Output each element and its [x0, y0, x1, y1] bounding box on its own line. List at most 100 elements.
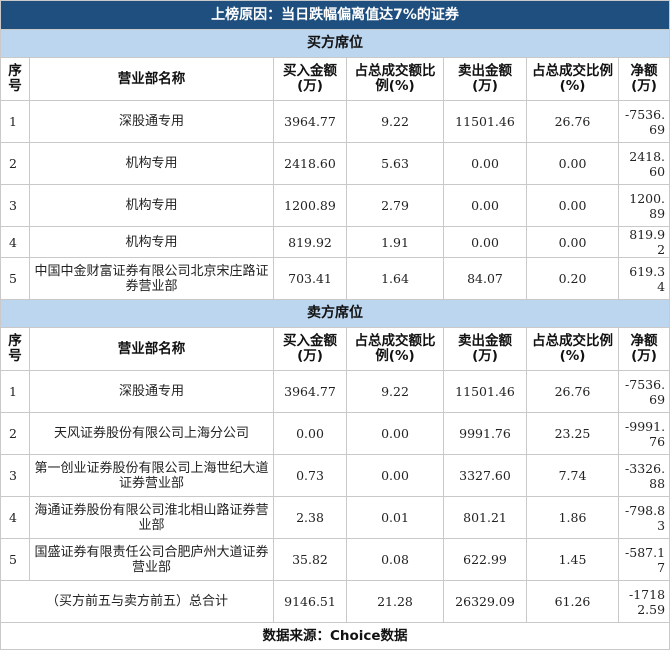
column-header-buy-ratio: 占总成交额比例(%) — [346, 57, 444, 101]
table-row: 5 中国中金财富证券有限公司北京宋庄路证券营业部 703.41 1.64 84.07 0.… — [0, 257, 670, 300]
cell-name: 国盛证券有限责任公司合肥庐州大道证券营业部 — [29, 538, 274, 581]
total-label: （买方前五与卖方前五）总合计 — [0, 580, 274, 623]
cell-sell: 0.00 — [443, 184, 527, 227]
sell-section-header: 卖方席位 — [0, 299, 670, 328]
column-header-buy: 买入金额(万) — [273, 57, 347, 101]
cell-sell: 3327.60 — [443, 454, 527, 497]
cell-idx: 4 — [0, 226, 30, 258]
sell-column-headers: 序号 营业部名称 买入金额(万) 占总成交额比例(%) 卖出金额(万) 占总成交比例(%)… — [0, 327, 670, 371]
cell-name: 海通证券股份有限公司淮北相山路证券营业部 — [29, 496, 274, 539]
total-row: （买方前五与卖方前五）总合计 9146.51 21.28 26329.09 61.26-… — [0, 580, 670, 623]
cell-net: -7536.69 — [617, 100, 670, 143]
cell-net: -587.17 — [617, 538, 670, 581]
column-header-buy-ratio: 占总成交额比例(%) — [346, 327, 444, 371]
cell-sell-ratio: 7.74 — [526, 454, 619, 497]
cell-net: 1200.89 — [617, 184, 670, 227]
column-header-sell: 卖出金额(万) — [443, 57, 527, 101]
cell-sell-ratio: 0.00 — [526, 226, 619, 258]
table-title: 上榜原因：当日跌幅偏离值达7%的证券 — [0, 0, 670, 30]
cell-buy-ratio: 0.00 — [346, 454, 444, 497]
cell-buy: 3964.77 — [273, 370, 347, 413]
total-sell-ratio: 61.26 — [526, 580, 619, 623]
total-sell: 26329.09 — [443, 580, 527, 623]
cell-sell-ratio: 26.76 — [526, 370, 619, 413]
cell-sell: 11501.46 — [443, 370, 527, 413]
table-row: 3 机构专用 1200.89 2.79 0.00 0.00 1200.89 — [0, 184, 670, 227]
cell-idx: 2 — [0, 412, 30, 455]
cell-buy: 2.38 — [273, 496, 347, 539]
total-buy: 9146.51 — [273, 580, 347, 623]
column-header-name: 营业部名称 — [29, 327, 274, 371]
table-row: 2 天风证券股份有限公司上海分公司 0.00 0.00 9991.76 23.25 -999… — [0, 412, 670, 455]
cell-sell: 0.00 — [443, 142, 527, 185]
table-row: 4 海通证券股份有限公司淮北相山路证券营业部 2.38 0.01 801.21 1.86-… — [0, 496, 670, 539]
column-header-sell-ratio: 占总成交比例(%) — [526, 327, 619, 371]
section-label: 卖方席位 — [0, 299, 670, 328]
column-header-sell: 卖出金额(万) — [443, 327, 527, 371]
cell-buy-ratio: 5.63 — [346, 142, 444, 185]
cell-name: 机构专用 — [29, 226, 274, 258]
cell-name: 机构专用 — [29, 184, 274, 227]
cell-sell-ratio: 0.00 — [526, 184, 619, 227]
cell-net: -3326.88 — [617, 454, 670, 497]
column-header-net: 净额(万) — [617, 327, 670, 371]
table-row: 2 机构专用 2418.60 5.63 0.00 0.00 2418.60 — [0, 142, 670, 185]
cell-sell: 11501.46 — [443, 100, 527, 143]
cell-idx: 3 — [0, 454, 30, 497]
buy-section-header: 买方席位 — [0, 29, 670, 58]
cell-buy: 0.00 — [273, 412, 347, 455]
cell-name: 中国中金财富证券有限公司北京宋庄路证券营业部 — [29, 257, 274, 300]
table-row: 3 第一创业证券股份有限公司上海世纪大道证券营业部 0.73 0.00 3327.60 7… — [0, 454, 670, 497]
title-row: 上榜原因：当日跌幅偏离值达7%的证券 — [0, 0, 670, 30]
cell-net: 2418.60 — [617, 142, 670, 185]
cell-name: 第一创业证券股份有限公司上海世纪大道证券营业部 — [29, 454, 274, 497]
column-header-net: 净额(万) — [617, 57, 670, 101]
column-header-idx: 序号 — [0, 327, 30, 371]
cell-idx: 4 — [0, 496, 30, 539]
cell-buy-ratio: 1.64 — [346, 257, 444, 300]
cell-idx: 1 — [0, 100, 30, 143]
cell-sell-ratio: 26.76 — [526, 100, 619, 143]
cell-buy: 3964.77 — [273, 100, 347, 143]
cell-net: 819.92 — [617, 226, 670, 258]
cell-sell: 801.21 — [443, 496, 527, 539]
cell-sell-ratio: 1.45 — [526, 538, 619, 581]
cell-buy-ratio: 0.08 — [346, 538, 444, 581]
cell-buy: 819.92 — [273, 226, 347, 258]
cell-name: 深股通专用 — [29, 370, 274, 413]
cell-idx: 1 — [0, 370, 30, 413]
cell-sell-ratio: 0.00 — [526, 142, 619, 185]
cell-buy-ratio: 0.01 — [346, 496, 444, 539]
cell-buy-ratio: 9.22 — [346, 100, 444, 143]
column-header-sell-ratio: 占总成交比例(%) — [526, 57, 619, 101]
cell-net: -7536.69 — [617, 370, 670, 413]
data-source: 数据来源：Choice数据 — [0, 622, 670, 650]
column-header-idx: 序号 — [0, 57, 30, 101]
cell-name: 深股通专用 — [29, 100, 274, 143]
source-row: 数据来源：Choice数据 — [0, 622, 670, 650]
cell-net: -798.83 — [617, 496, 670, 539]
column-header-buy: 买入金额(万) — [273, 327, 347, 371]
cell-net: -9991.76 — [617, 412, 670, 455]
dragon-tiger-table: 上榜原因：当日跌幅偏离值达7%的证券 买方席位 序号 营业部名称 买入金额(万) 占总成… — [0, 0, 670, 650]
column-header-name: 营业部名称 — [29, 57, 274, 101]
cell-buy-ratio: 9.22 — [346, 370, 444, 413]
cell-net: 619.34 — [617, 257, 670, 300]
table-row: 1 深股通专用 3964.77 9.22 11501.46 26.76 -7536.69 — [0, 370, 670, 413]
cell-idx: 5 — [0, 257, 30, 300]
cell-buy-ratio: 1.91 — [346, 226, 444, 258]
cell-name: 天风证券股份有限公司上海分公司 — [29, 412, 274, 455]
cell-idx: 2 — [0, 142, 30, 185]
cell-sell: 0.00 — [443, 226, 527, 258]
cell-buy: 703.41 — [273, 257, 347, 300]
buy-column-headers: 序号 营业部名称 买入金额(万) 占总成交额比例(%) 卖出金额(万) 占总成交比例(%)… — [0, 57, 670, 101]
cell-sell: 84.07 — [443, 257, 527, 300]
cell-buy: 1200.89 — [273, 184, 347, 227]
table-row: 1 深股通专用 3964.77 9.22 11501.46 26.76 -7536.69 — [0, 100, 670, 143]
table-row: 5 国盛证券有限责任公司合肥庐州大道证券营业部 35.82 0.08 622.99 1.4… — [0, 538, 670, 581]
cell-sell: 622.99 — [443, 538, 527, 581]
cell-idx: 3 — [0, 184, 30, 227]
section-label: 买方席位 — [0, 29, 670, 58]
cell-buy-ratio: 0.00 — [346, 412, 444, 455]
cell-buy-ratio: 2.79 — [346, 184, 444, 227]
